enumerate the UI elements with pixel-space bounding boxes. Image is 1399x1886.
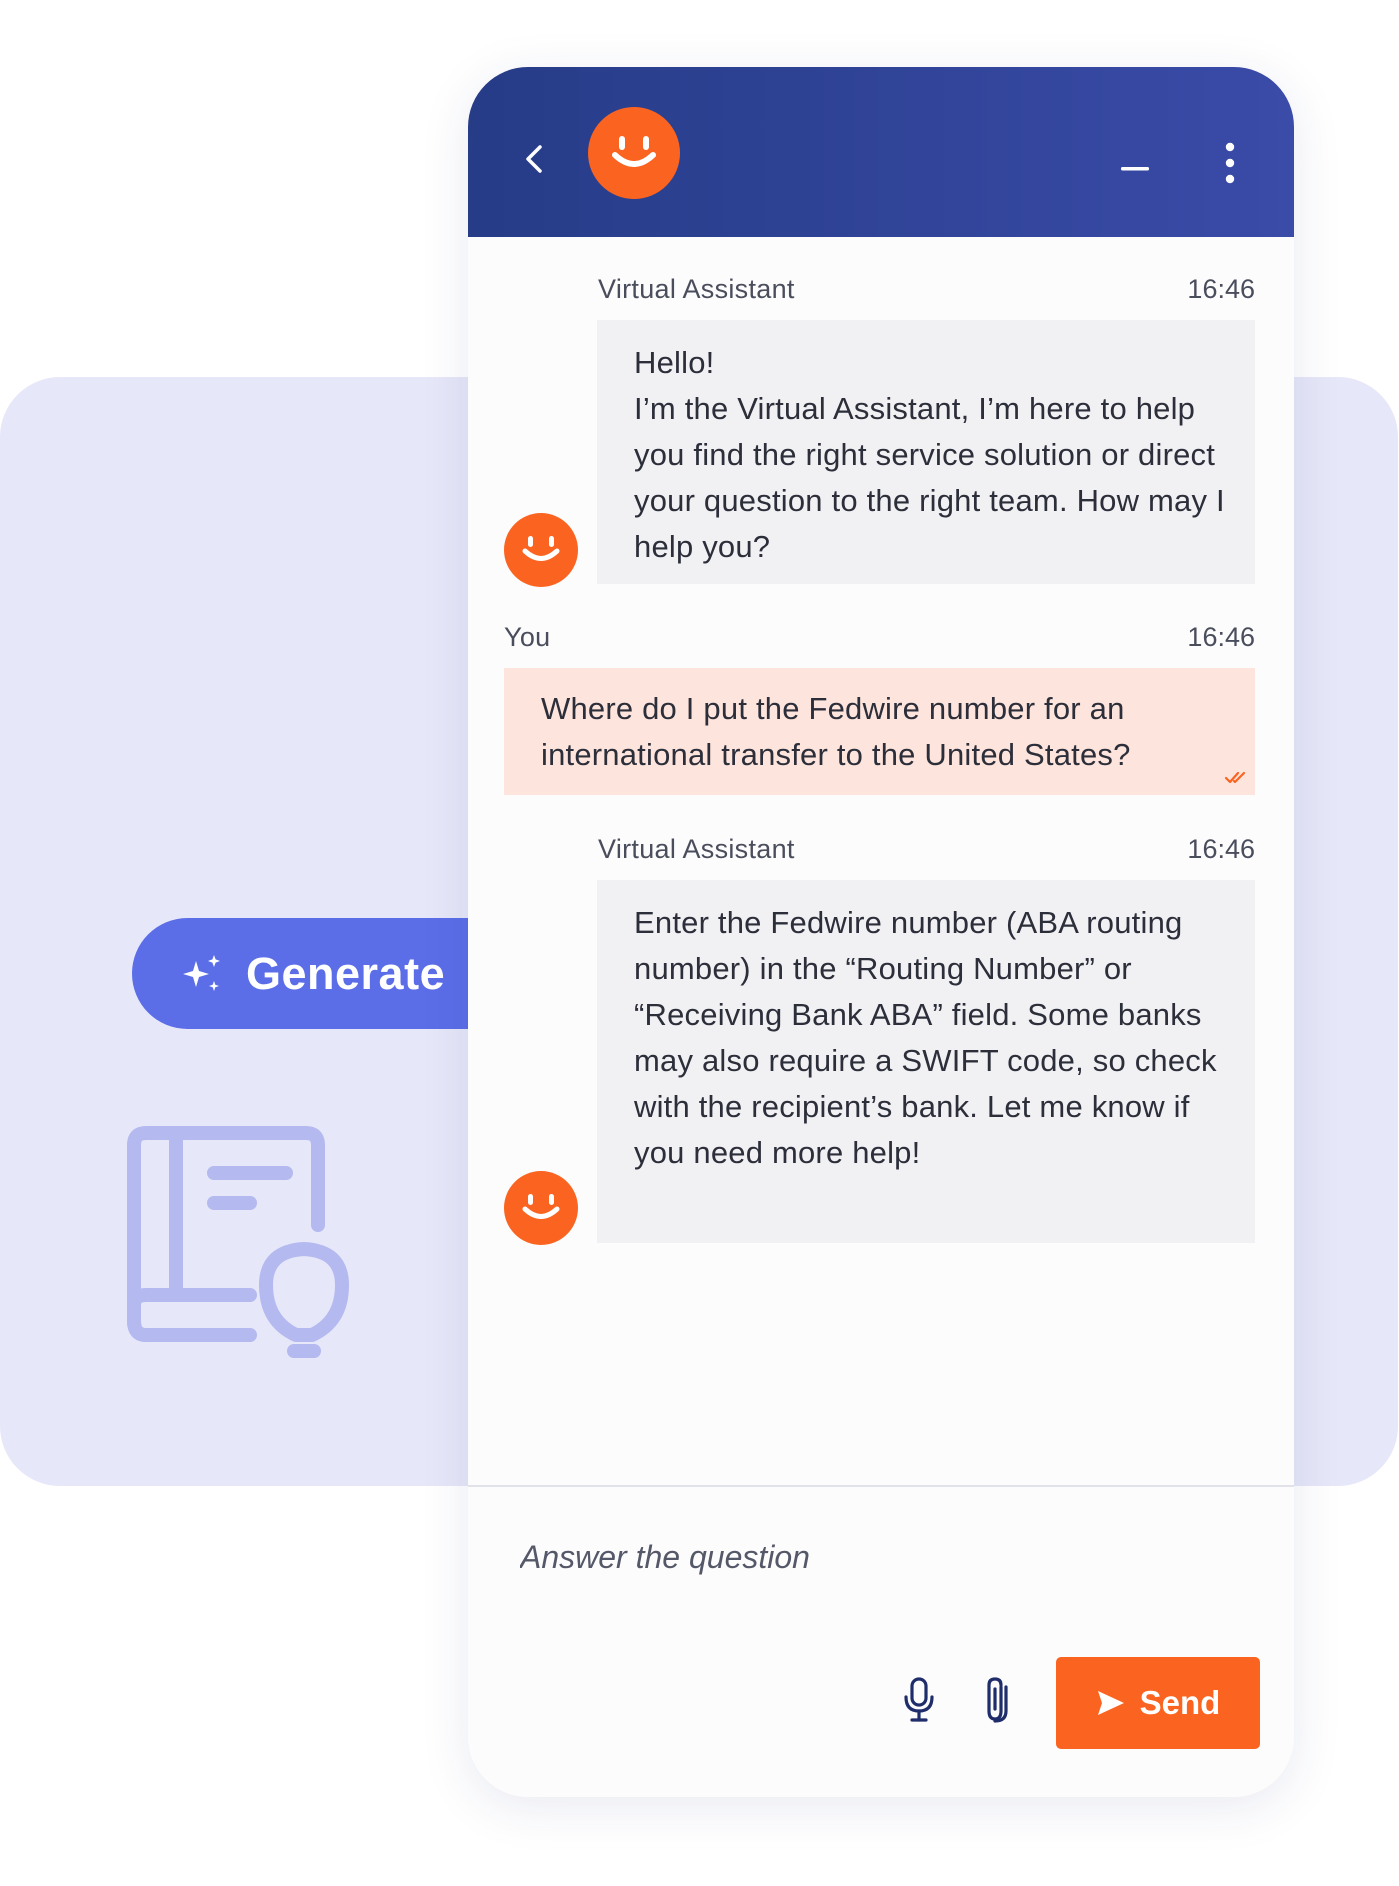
send-arrow-icon bbox=[1097, 1691, 1124, 1715]
assistant-avatar-icon bbox=[504, 513, 578, 587]
smiley-avatar-icon bbox=[588, 107, 680, 199]
assistant-message-bubble: Hello! I’m the Virtual Assistant, I’m he… bbox=[597, 320, 1255, 584]
paperclip-icon[interactable] bbox=[982, 1675, 1010, 1723]
microphone-icon[interactable] bbox=[902, 1677, 936, 1723]
user-message-bubble: Where do I put the Fedwire number for an… bbox=[504, 668, 1255, 795]
message-time: 16:46 bbox=[1187, 834, 1255, 864]
assistant-avatar-icon bbox=[504, 1171, 578, 1245]
message-time: 16:46 bbox=[1187, 274, 1255, 304]
chat-header bbox=[468, 67, 1294, 237]
message-sender: Virtual Assistant bbox=[598, 834, 795, 864]
message-input[interactable] bbox=[520, 1527, 1240, 1587]
message-time: 16:46 bbox=[1187, 622, 1255, 652]
composer-divider bbox=[468, 1485, 1294, 1487]
sparkle-icon bbox=[183, 954, 220, 991]
send-button[interactable]: Send bbox=[1056, 1657, 1260, 1749]
chevron-left-icon[interactable] bbox=[518, 142, 552, 176]
minimize-icon[interactable] bbox=[1118, 152, 1152, 186]
message-sender: Virtual Assistant bbox=[598, 274, 795, 304]
chat-window: Virtual Assistant 16:46 Hello! I’m the V… bbox=[468, 67, 1294, 1797]
knowledge-book-lightbulb-icon bbox=[127, 1126, 349, 1358]
message-sender: You bbox=[504, 622, 551, 652]
generate-label: Generate bbox=[246, 947, 446, 999]
read-receipt-icon bbox=[1224, 771, 1246, 784]
vertical-dots-icon[interactable] bbox=[1220, 142, 1240, 184]
assistant-message-bubble: Enter the Fedwire number (ABA routing nu… bbox=[597, 880, 1255, 1243]
send-label: Send bbox=[1139, 1684, 1221, 1721]
